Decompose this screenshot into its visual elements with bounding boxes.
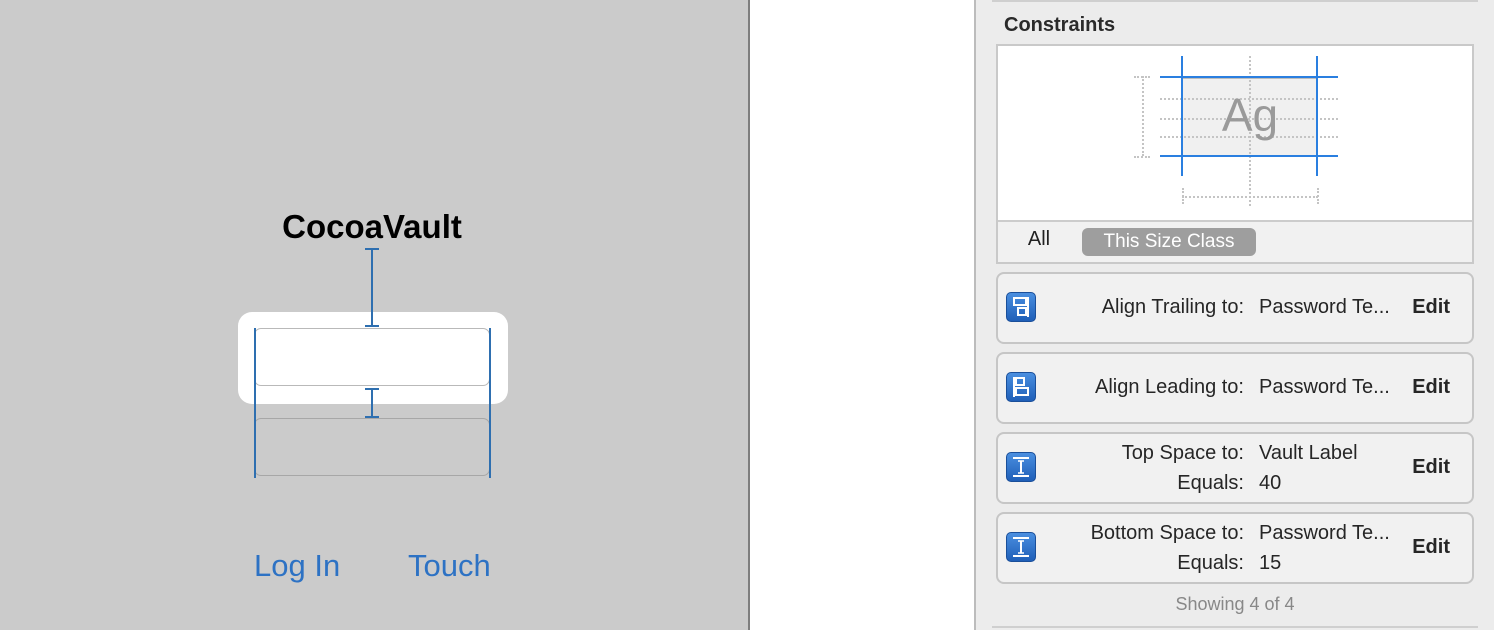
align-trailing-icon — [1006, 292, 1036, 322]
vertical-space-icon — [1006, 532, 1036, 562]
vertical-space-icon — [1006, 452, 1036, 482]
constraint-row[interactable]: Top Space to: Vault Label Equals: 40 Edi… — [996, 432, 1474, 504]
constraint-target: Password Te... — [1259, 296, 1390, 318]
inspector-top-rule — [992, 0, 1478, 2]
equals-value: 40 — [1259, 472, 1282, 494]
login-button[interactable]: Log In — [254, 548, 340, 584]
align-leading-icon — [1006, 372, 1036, 402]
preview-leading-constraint[interactable] — [1181, 56, 1183, 176]
segment-this-size-class[interactable]: This Size Class — [1082, 228, 1256, 256]
edit-constraint-button[interactable]: Edit — [1412, 536, 1450, 559]
bottom-space-guide-cap-top — [365, 388, 379, 390]
edit-constraint-button[interactable]: Edit — [1412, 456, 1450, 479]
constraint-label: Bottom Space to: — [1090, 522, 1244, 544]
equals-value: 15 — [1259, 552, 1282, 574]
preview-dotted-width-cap — [1182, 188, 1184, 204]
constraint-row[interactable]: Align Trailing to: Password Te... Edit — [996, 272, 1474, 344]
touch-button[interactable]: Touch — [408, 548, 491, 584]
preview-dotted-width-cap — [1317, 188, 1319, 204]
constraint-label: Top Space to: — [1121, 442, 1244, 464]
constraint-target: Password Te... — [1259, 376, 1390, 398]
constraint-target: Vault Label — [1259, 442, 1358, 464]
constraint-row[interactable]: Bottom Space to: Password Te... Equals: … — [996, 512, 1474, 584]
preview-dotted-height-cap — [1134, 156, 1150, 158]
preview-bottom-constraint[interactable] — [1160, 155, 1338, 157]
preview-trailing-constraint[interactable] — [1316, 56, 1318, 176]
app-title-label[interactable]: CocoaVault — [240, 208, 504, 246]
top-space-guide-cap-top — [365, 248, 379, 250]
equals-label: Equals: — [1177, 552, 1244, 574]
vault-text-field[interactable] — [254, 328, 490, 386]
inspector-bottom-rule — [992, 626, 1478, 628]
preview-sample-text: Ag — [1221, 89, 1279, 141]
bottom-space-guide-cap-bottom — [365, 416, 379, 418]
constraints-section-title: Constraints — [1004, 14, 1116, 36]
equals-label: Equals: — [1177, 472, 1244, 494]
constraint-target: Password Te... — [1259, 522, 1390, 544]
trailing-align-guide — [489, 328, 491, 478]
top-space-guide — [371, 250, 373, 326]
edit-constraint-button[interactable]: Edit — [1412, 376, 1450, 399]
preview-dotted-height-cap — [1134, 76, 1150, 78]
preview-top-constraint[interactable] — [1160, 76, 1338, 78]
constraint-row[interactable]: Align Leading to: Password Te... Edit — [996, 352, 1474, 424]
password-text-field[interactable] — [254, 418, 490, 476]
top-space-guide-cap-bottom — [365, 325, 379, 327]
segment-all[interactable]: All — [1010, 228, 1068, 251]
empty-editor-area — [750, 0, 974, 630]
leading-align-guide — [254, 328, 256, 478]
constraint-label: Align Trailing to: — [1101, 296, 1244, 318]
preview-dotted-height-line — [1142, 76, 1144, 156]
constraint-label: Align Leading to: — [1094, 376, 1244, 398]
bottom-space-guide — [371, 389, 373, 417]
edit-constraint-button[interactable]: Edit — [1412, 296, 1450, 319]
preview-dotted-width-line — [1182, 196, 1318, 198]
constraints-count: Showing 4 of 4 — [1175, 594, 1295, 614]
